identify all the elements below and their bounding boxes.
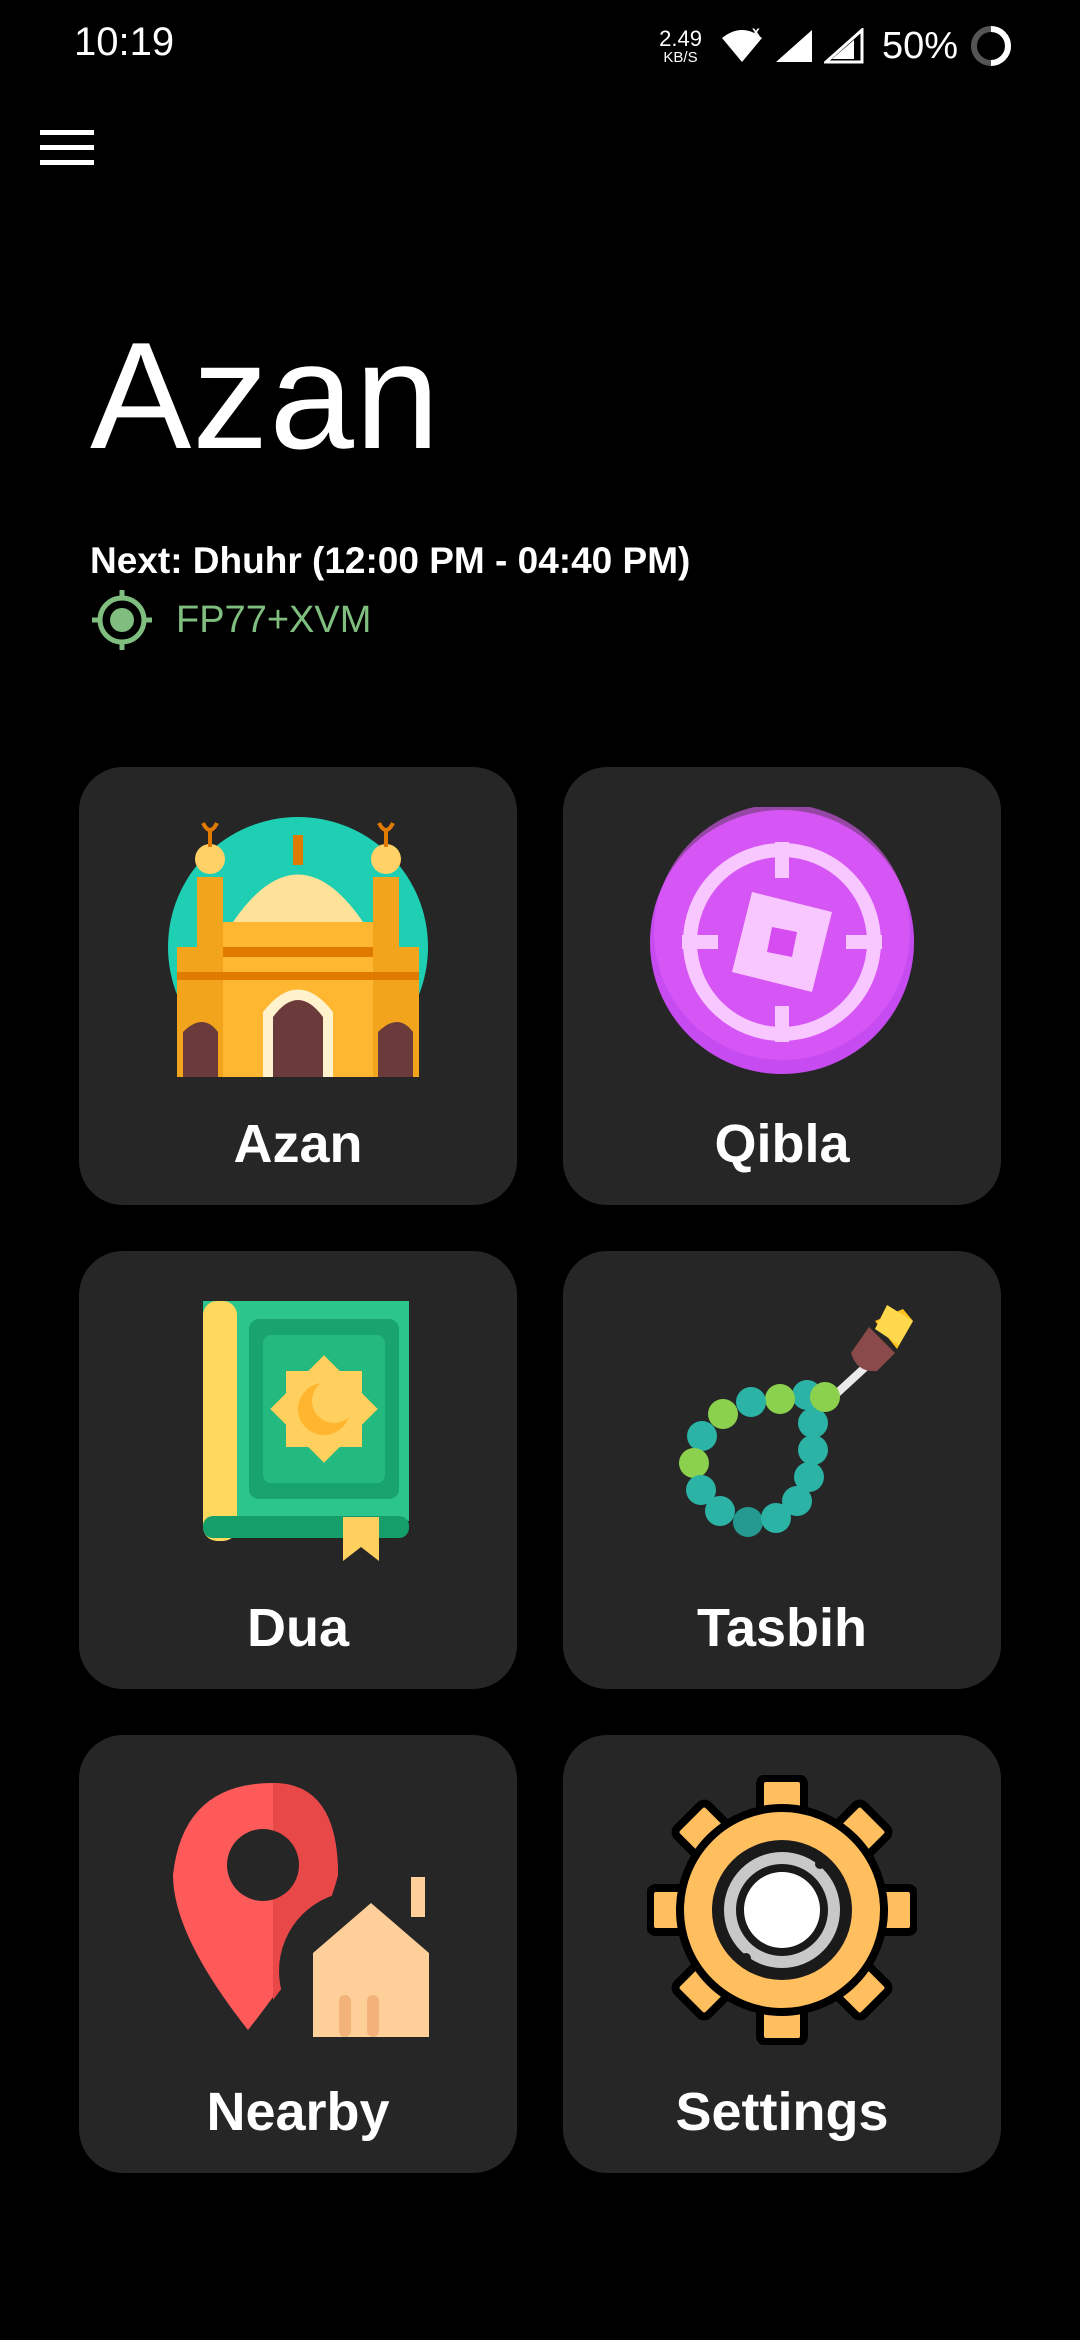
tasbih-tile[interactable]: Tasbih xyxy=(563,1251,1001,1689)
gear-icon xyxy=(647,1775,917,2045)
next-prayer-text: Next: Dhuhr (12:00 PM - 04:40 PM) xyxy=(90,540,691,581)
network-speed-value: 2.49 xyxy=(659,25,702,51)
location-pin-home-icon xyxy=(173,1783,433,2045)
qibla-tile-label: Qibla xyxy=(714,1114,850,1174)
battery-percent: 50% xyxy=(881,24,958,67)
compass-icon xyxy=(650,807,914,1074)
settings-tile-label: Settings xyxy=(675,2082,889,2142)
network-speed: 2.49 KB/S xyxy=(659,25,702,66)
battery-ring-icon xyxy=(971,26,1011,66)
menu-button[interactable] xyxy=(32,118,102,178)
prayer-beads-icon xyxy=(679,1305,913,1537)
status-icons: 2.49 KB/S x 50% xyxy=(659,20,1014,72)
svg-text:x: x xyxy=(752,28,760,39)
settings-tile[interactable]: Settings xyxy=(563,1735,1001,2173)
wifi-icon: x xyxy=(721,28,762,62)
signal-icon xyxy=(775,30,812,62)
qibla-tile[interactable]: Qibla xyxy=(563,767,1001,1205)
location-code: FP77+XVM xyxy=(176,598,372,641)
status-bar: 10:19 2.49 KB/S x 50% xyxy=(0,0,1080,92)
location-row[interactable]: FP77+XVM xyxy=(90,588,371,652)
tasbih-tile-label: Tasbih xyxy=(696,1598,867,1658)
page-title: Azan xyxy=(90,311,441,481)
nearby-tile[interactable]: Nearby xyxy=(79,1735,517,2173)
dua-tile[interactable]: Dua xyxy=(79,1251,517,1689)
hamburger-menu-icon xyxy=(40,130,94,165)
mosque-icon xyxy=(168,817,428,1077)
signal-icon-2 xyxy=(823,28,864,64)
network-speed-unit: KB/S xyxy=(663,48,698,66)
location-target-icon xyxy=(92,590,152,650)
quran-book-icon xyxy=(203,1301,409,1561)
status-time: 10:19 xyxy=(74,20,175,64)
nearby-tile-label: Nearby xyxy=(206,2082,390,2142)
dua-tile-label: Dua xyxy=(246,1598,349,1658)
azan-tile[interactable]: Azan xyxy=(79,767,517,1205)
azan-tile-label: Azan xyxy=(233,1114,363,1174)
